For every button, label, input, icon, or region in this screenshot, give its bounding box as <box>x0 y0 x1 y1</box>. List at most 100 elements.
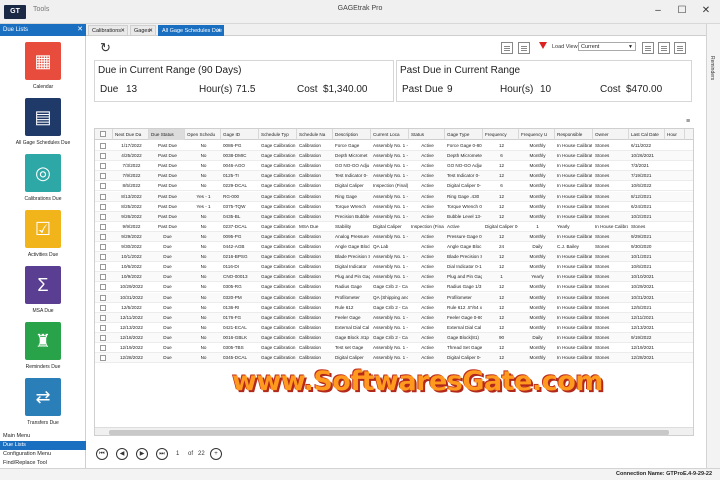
save-view-icon[interactable] <box>642 42 654 54</box>
column-header[interactable]: Owner <box>593 129 629 140</box>
row-checkbox[interactable] <box>100 304 106 311</box>
row-checkbox[interactable] <box>100 193 106 200</box>
table-cell: 12 <box>498 193 505 199</box>
table-cell: Past Due <box>158 153 177 159</box>
table-row[interactable]: 9/9/2022 Past Due No 0237-DCAL Gage Calibrat… <box>95 222 693 232</box>
column-header[interactable]: Frequency <box>483 129 519 140</box>
row-checkbox[interactable] <box>100 284 106 291</box>
table-row[interactable]: 9/26/2022 Past Due No 0435-BL Gage Calibrati… <box>95 211 693 222</box>
column-header[interactable]: Schedule Na <box>297 129 333 140</box>
grid-menu-icon[interactable]: ≡ <box>686 118 690 125</box>
delete-view-icon[interactable] <box>674 42 686 54</box>
row-checkbox[interactable] <box>100 213 106 220</box>
column-header[interactable]: Last Cal Date <box>629 129 665 140</box>
first-page-icon[interactable]: ⏮ <box>96 448 108 460</box>
column-header[interactable]: Gage ID <box>221 129 259 140</box>
table-row[interactable]: 7/9/2022 Past Due No 0125-TI Gage Calibratio… <box>95 171 693 182</box>
table-row[interactable]: 4/25/2022 Past Due No 0038-DMIC Gage Calibra… <box>95 151 693 162</box>
maximize-button[interactable]: ☐ <box>672 2 692 20</box>
table-cell: Monthly <box>529 345 546 350</box>
column-header[interactable]: Schedule Typ <box>259 129 297 140</box>
load-view-select[interactable]: Current ▼ <box>578 42 636 51</box>
row-checkbox[interactable] <box>100 163 106 170</box>
next-page-icon[interactable]: ▶ <box>136 448 148 460</box>
table-row[interactable]: 9/30/2022 Due No 0442-AGB Gage Calibration Ca… <box>95 242 693 253</box>
table-row[interactable]: 10/6/2022 Due No 0116-DI Gage Calibration Cal… <box>95 262 693 273</box>
current-page[interactable]: 1 <box>176 451 179 457</box>
table-cell: 12/13/2022 <box>120 324 143 330</box>
row-checkbox[interactable] <box>100 294 106 301</box>
table-cell: Due <box>163 233 172 239</box>
select-all-header[interactable] <box>95 129 113 140</box>
nav-main-menu[interactable]: Main Menu <box>0 432 86 441</box>
table-row[interactable]: 7/3/2022 Past Due No 0046-AGO Gage Calibrati… <box>95 161 693 172</box>
row-checkbox[interactable] <box>100 254 106 261</box>
table-row[interactable]: 10/29/2022 Due No 0305-RG Gage Calibration Ca… <box>95 282 693 293</box>
add-page-icon[interactable]: + <box>210 448 222 460</box>
table-row[interactable]: 9/29/2022 Due No 0095-PG Gage Calibration Cal… <box>95 231 693 242</box>
table-cell: 10/1/2022 <box>121 254 142 260</box>
table-row[interactable]: 12/11/2022 Due No 0176-FG Gage Calibration Ca… <box>95 312 693 323</box>
nav-configuration-menu[interactable]: Configuration Menu <box>0 450 86 459</box>
column-header[interactable]: Description <box>333 129 371 140</box>
tab-calibrations[interactable]: Calibrations ✕ <box>88 25 128 36</box>
row-checkbox[interactable] <box>100 345 106 351</box>
table-cell: 12 <box>498 233 505 239</box>
table-row[interactable]: 8/5/2022 Past Due No 0229-DCAL Gage Calibrat… <box>95 181 693 192</box>
column-header[interactable]: Status <box>409 129 445 140</box>
minimize-button[interactable]: – <box>648 2 668 20</box>
table-row[interactable]: 8/25/2022 Past Due Yes - 1 0375-TQW Gage Cal… <box>95 202 693 212</box>
row-checkbox[interactable] <box>100 233 106 240</box>
row-checkbox[interactable] <box>100 244 106 250</box>
tab-gages[interactable]: Gages ✕ <box>130 25 156 36</box>
column-header[interactable]: Hour <box>665 129 685 140</box>
table-row[interactable]: 10/1/2022 Due No 0216-BPSG Gage Calibration C… <box>95 252 693 263</box>
column-header[interactable]: Current Loca <box>371 129 409 140</box>
row-checkbox[interactable] <box>100 274 106 281</box>
filter-icon[interactable] <box>539 42 547 49</box>
row-checkbox[interactable] <box>100 355 106 362</box>
horizontal-scrollbar[interactable] <box>95 427 693 435</box>
table-cell: Past Due <box>158 223 177 229</box>
table-row[interactable]: 10/9/2022 Due No CNO-00013 Gage Calibration C… <box>95 272 693 283</box>
table-cell: No <box>200 355 207 361</box>
row-checkbox[interactable] <box>100 183 106 190</box>
table-row[interactable]: 12/19/2022 Due No 0305-TBS Gage Calibration C… <box>95 343 693 354</box>
nav-find-replace-tool[interactable]: Find/Replace Tool <box>0 459 86 468</box>
column-header[interactable]: Next Due Da <box>113 129 149 140</box>
prev-page-icon[interactable]: ◀ <box>116 448 128 460</box>
row-checkbox[interactable] <box>100 334 106 341</box>
table-row[interactable]: 12/28/2022 Due No 0345-DCAL Gage Calibration… <box>95 353 693 364</box>
close-button[interactable]: ✕ <box>696 2 716 20</box>
table-row[interactable]: 12/18/2022 Due No 0016-GBLK Gage Calibration… <box>95 332 693 343</box>
select-all-checkbox[interactable] <box>100 131 106 137</box>
table-row[interactable]: 1/17/2022 Past Due No 0086-PG Gage Calibrati… <box>95 141 693 152</box>
table-row[interactable]: 12/5/2022 Due No 0136-RI Gage Calibration Cal… <box>95 303 693 313</box>
row-checkbox[interactable] <box>100 143 106 149</box>
table-row[interactable]: 8/13/2022 Past Due Yes - 1 RG-000 Gage Calib… <box>95 191 693 202</box>
column-header[interactable]: Due Status <box>149 129 185 140</box>
row-checkbox[interactable] <box>100 324 106 331</box>
column-header[interactable]: Responsible <box>555 129 593 140</box>
row-checkbox[interactable] <box>100 314 106 321</box>
row-checkbox[interactable] <box>100 153 106 160</box>
row-checkbox[interactable] <box>100 264 106 271</box>
grid-layout-icon[interactable] <box>501 42 513 54</box>
scrollbar-thumb[interactable] <box>109 430 669 435</box>
column-chooser-icon[interactable] <box>518 42 530 54</box>
tab-all-gage-schedules-due[interactable]: All Gage Schedules Due ✕ <box>158 25 224 36</box>
refresh-icon[interactable]: ↻ <box>100 40 111 56</box>
column-header[interactable]: Open Schedu <box>185 129 221 140</box>
row-checkbox[interactable] <box>100 223 106 230</box>
column-header[interactable]: Gage Type <box>445 129 483 140</box>
nav-due-lists[interactable]: Due Lists <box>0 441 86 450</box>
table-row[interactable]: 10/31/2022 Due No 0320-PM Gage Calibration Ca… <box>95 292 693 303</box>
column-header[interactable]: Frequency U <box>519 129 555 140</box>
add-view-icon[interactable] <box>658 42 670 54</box>
last-page-icon[interactable]: ⏭ <box>156 448 168 460</box>
sidebar-close-icon[interactable]: ✕ <box>77 24 83 36</box>
row-checkbox[interactable] <box>100 173 106 180</box>
reminders-strip[interactable]: Reminders <box>706 24 720 468</box>
row-checkbox[interactable] <box>100 203 106 210</box>
table-row[interactable]: 12/13/2022 Due No 0421-ECAL Gage Calibration… <box>95 323 693 333</box>
